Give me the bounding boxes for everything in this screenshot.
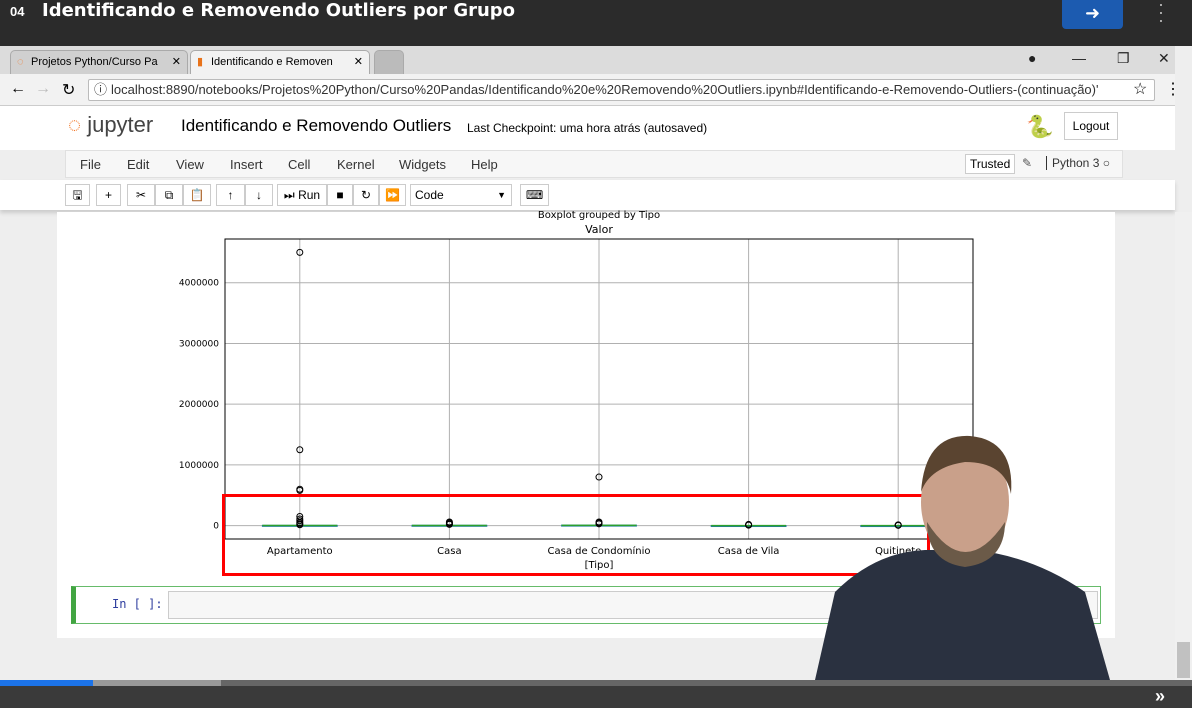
notebook-icon: ▮ [197, 56, 204, 68]
edit-pencil-icon[interactable]: ✎ [1022, 156, 1032, 170]
cell-prompt: In [ ]: [112, 597, 163, 611]
logo-text: jupyter [87, 112, 154, 137]
browser-menu-icon[interactable]: ⋮ [1165, 79, 1181, 99]
paste-button[interactable]: 📋 [183, 184, 211, 206]
url-text: localhost:8890/notebooks/Projetos%20Pyth… [111, 82, 1099, 97]
kernel-idle-icon: ○ [1102, 156, 1110, 170]
jupyter-logo[interactable]: ◌ jupyter [68, 112, 153, 138]
lesson-number: 04 [10, 4, 25, 19]
profile-icon[interactable]: ● [1028, 50, 1036, 66]
copy-button[interactable]: ⧉ [155, 184, 183, 206]
save-button[interactable]: 🖫 [65, 184, 90, 206]
arrow-right-circle-icon: ➜ [1084, 3, 1101, 23]
forward-icon[interactable]: → [35, 80, 51, 98]
info-icon: ⓘ [94, 82, 108, 97]
url-input[interactable]: ⓘ localhost:8890/notebooks/Projetos%20Pyt… [88, 79, 1155, 101]
more-options-icon[interactable]: · · · [1155, 0, 1167, 29]
run-label: Run [298, 188, 321, 202]
browser-tab-strip: ◌ Projetos Python/Curso Pa ✕ ▮ Identificand… [0, 46, 1175, 74]
chart-suptitle: Boxplot grouped by Tipo [538, 210, 660, 221]
interrupt-button[interactable]: ■ [327, 184, 353, 206]
reload-icon[interactable]: ↻ [62, 80, 75, 100]
run-icon: ⏭ [283, 188, 295, 202]
trusted-indicator[interactable]: Trusted [965, 154, 1016, 174]
cut-button[interactable]: ✂ [127, 184, 155, 206]
back-icon[interactable]: ← [10, 80, 26, 98]
restore-icon[interactable]: ❐ [1117, 50, 1130, 67]
menu-help[interactable]: Help [471, 157, 498, 172]
checkpoint-status: Last Checkpoint: uma hora atrás (autosav… [467, 121, 708, 135]
menu-edit[interactable]: Edit [127, 157, 149, 172]
lesson-title: Identificando e Removendo Outliers por G… [42, 0, 516, 21]
jupyter-icon: ◌ [17, 56, 24, 68]
fast-forward-icon[interactable]: » [1155, 686, 1165, 707]
menu-insert[interactable]: Insert [230, 157, 263, 172]
restart-button[interactable]: ↻ [353, 184, 379, 206]
jupyter-icon: ◌ [68, 112, 82, 137]
scrollbar-thumb[interactable] [1177, 642, 1190, 678]
presenter-video [815, 435, 1110, 680]
bookmark-star-icon[interactable]: ☆ [1133, 79, 1147, 99]
kernel-indicator: Python 3 ○ [1046, 156, 1110, 170]
video-controls: » [0, 686, 1192, 708]
logout-button[interactable]: Logout [1064, 112, 1118, 140]
close-tab-icon[interactable]: ✕ [172, 51, 181, 73]
chevron-down-icon: ▼ [497, 190, 506, 200]
menu-view[interactable]: View [176, 157, 204, 172]
next-lesson-button[interactable]: ➜ [1062, 0, 1123, 29]
command-palette-button[interactable]: ⌨ [520, 184, 549, 206]
tab-label: Projetos Python/Curso Pa [31, 56, 158, 68]
move-up-button[interactable]: ↑ [216, 184, 245, 206]
move-down-button[interactable]: ↓ [245, 184, 273, 206]
address-bar: ← → ↻ ⓘ localhost:8890/notebooks/Projetos… [0, 74, 1181, 106]
page-scrollbar[interactable] [1175, 212, 1192, 680]
browser-tab[interactable]: ◌ Projetos Python/Curso Pa ✕ [10, 50, 188, 74]
browser-tab-active[interactable]: ▮ Identificando e Removen ✕ [190, 50, 370, 74]
notebook-title[interactable]: Identificando e Removendo Outliers [181, 116, 451, 136]
cell-type-value: Code [415, 188, 444, 202]
close-tab-icon[interactable]: ✕ [354, 51, 363, 73]
minimize-icon[interactable]: — [1072, 50, 1086, 66]
y-tick-label: 4000000 [179, 279, 219, 289]
jupyter-header: ◌ jupyter Identificando e Removendo Outl… [0, 106, 1175, 150]
new-tab-button[interactable] [374, 50, 404, 74]
cell-type-select[interactable]: Code ▼ [410, 184, 512, 206]
menu-widgets[interactable]: Widgets [399, 157, 446, 172]
tab-label: Identificando e Removen [211, 56, 333, 68]
y-tick-label: 2000000 [179, 400, 219, 410]
menu-cell[interactable]: Cell [288, 157, 310, 172]
kernel-name: Python 3 [1052, 156, 1100, 170]
y-tick-label: 3000000 [179, 339, 219, 349]
y-tick-label: 1000000 [179, 461, 219, 471]
y-tick-label: 0 [213, 522, 219, 532]
python-logo-icon: 🐍 [1026, 114, 1054, 139]
insert-cell-button[interactable]: + [96, 184, 121, 206]
menu-file[interactable]: File [80, 157, 101, 172]
restart-run-all-button[interactable]: ⏩ [379, 184, 406, 206]
chart-title: Valor [585, 223, 613, 236]
run-button[interactable]: ⏭ Run [277, 184, 327, 206]
close-window-icon[interactable]: ✕ [1158, 50, 1170, 67]
course-header: 04 Identificando e Removendo Outliers po… [0, 0, 1192, 46]
menu-kernel[interactable]: Kernel [337, 157, 375, 172]
